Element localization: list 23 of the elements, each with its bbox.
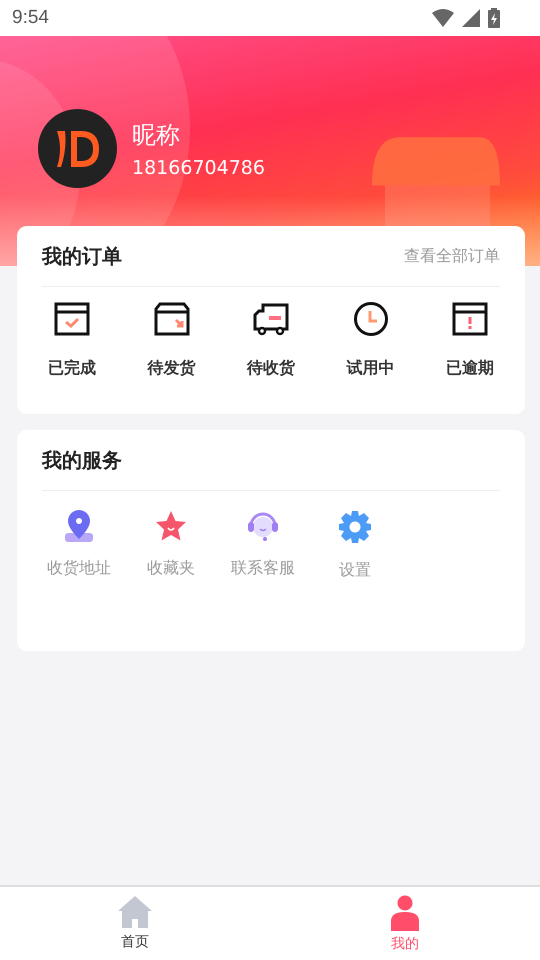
section-title: 我的服务 <box>42 446 122 474</box>
tab[interactable]: 首页 <box>0 887 270 960</box>
battery-icon <box>488 8 500 28</box>
box-check-icon <box>54 301 90 337</box>
nickname: 昵称 <box>132 120 181 150</box>
signal-icon <box>462 9 480 27</box>
box-alert-icon <box>452 301 488 337</box>
status-time: 9:54 <box>12 7 49 29</box>
settings-icon <box>337 509 373 545</box>
person-icon <box>388 895 422 931</box>
truck-icon <box>253 301 289 337</box>
wifi-icon <box>432 9 454 27</box>
order-status-item[interactable]: 待收货 <box>241 301 301 379</box>
order-status-item[interactable]: 已逾期 <box>440 301 500 379</box>
phone-number: 18166704786 <box>132 156 265 178</box>
order-status-item[interactable]: 待发货 <box>142 301 202 379</box>
home-icon <box>117 895 153 929</box>
order-status-item[interactable]: 已完成 <box>42 301 102 379</box>
location-pin-icon <box>62 509 96 543</box>
order-status-item[interactable]: 试用中 <box>340 301 400 379</box>
clock-icon <box>352 301 388 337</box>
section-title: 我的订单 <box>42 242 122 270</box>
star-icon <box>154 509 188 543</box>
